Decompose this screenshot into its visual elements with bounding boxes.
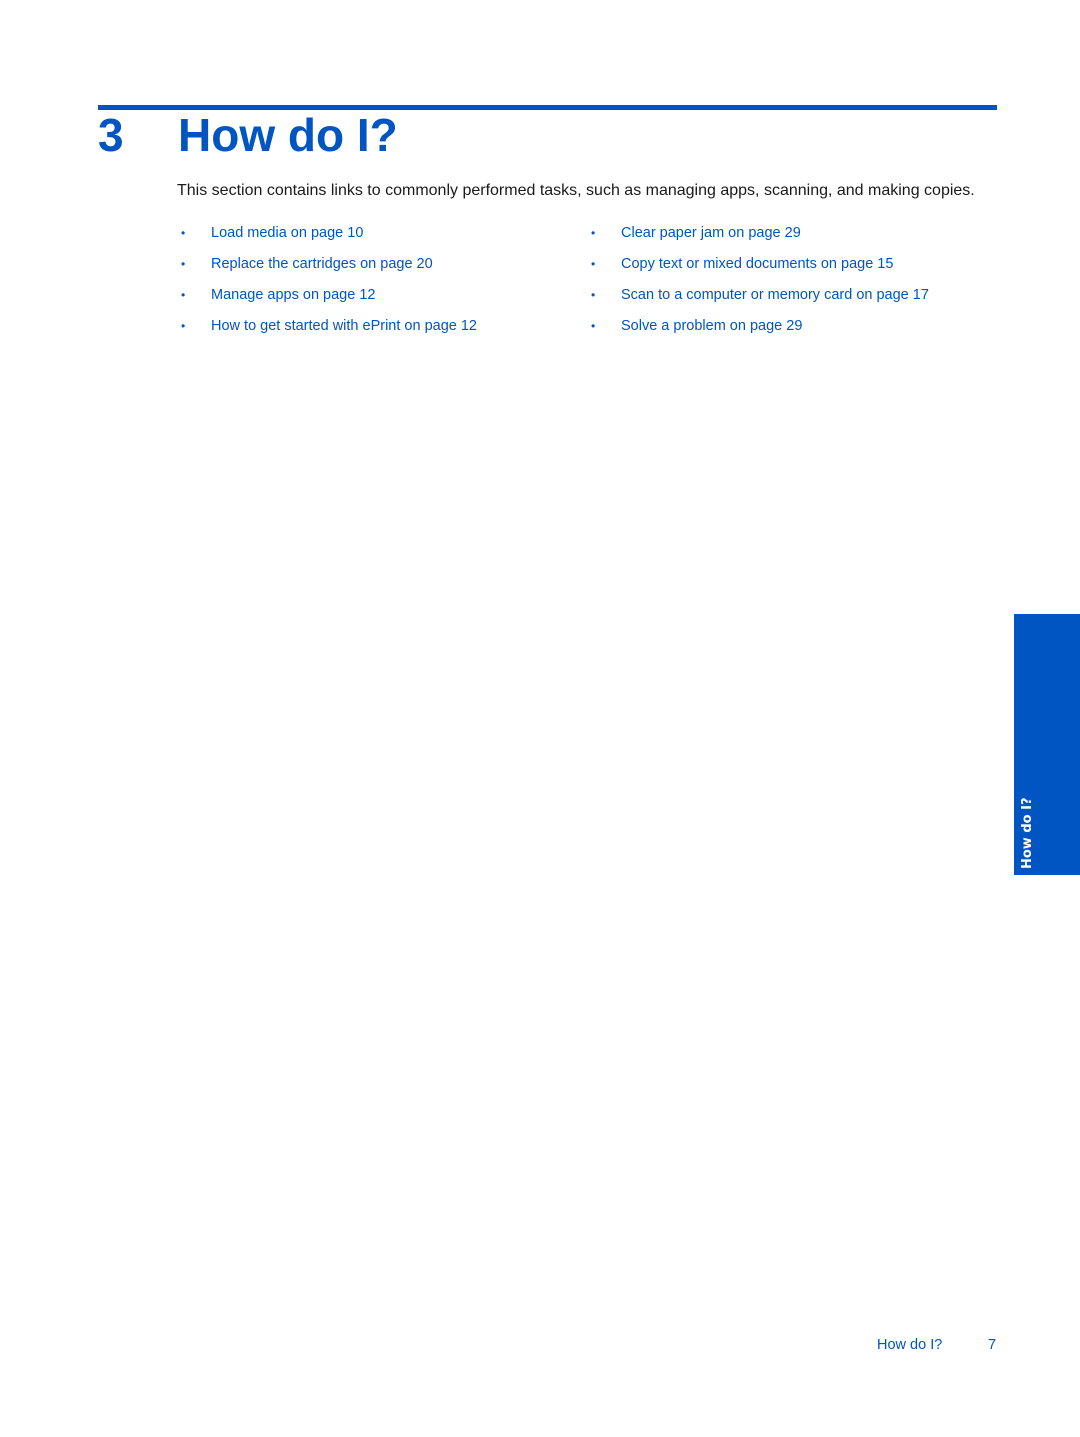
- bullet-icon: •: [181, 226, 186, 240]
- link-eprint-start[interactable]: How to get started with ePrint on page 1…: [211, 316, 477, 336]
- footer-chapter-title: How do I?: [877, 1337, 943, 1353]
- link-replace-cartridges[interactable]: Replace the cartridges on page 20: [211, 254, 433, 274]
- page-title: How do I?: [178, 109, 398, 161]
- bullet-icon: •: [181, 257, 186, 271]
- side-tab-label: How do I?: [1020, 797, 1035, 870]
- bullet-icon: •: [591, 226, 596, 240]
- link-copy-documents[interactable]: Copy text or mixed documents on page 15: [621, 254, 893, 274]
- link-load-media[interactable]: Load media on page 10: [211, 223, 363, 243]
- bullet-icon: •: [591, 319, 596, 333]
- bullet-icon: •: [181, 319, 186, 333]
- chapter-side-tab: How do I?: [1014, 614, 1080, 875]
- link-manage-apps[interactable]: Manage apps on page 12: [211, 285, 375, 305]
- chapter-number: 3: [98, 109, 124, 161]
- link-clear-paper-jam[interactable]: Clear paper jam on page 29: [621, 223, 801, 243]
- bullet-icon: •: [591, 288, 596, 302]
- intro-paragraph: This section contains links to commonly …: [177, 182, 975, 199]
- link-solve-problem[interactable]: Solve a problem on page 29: [621, 316, 802, 336]
- bullet-icon: •: [591, 257, 596, 271]
- link-scan[interactable]: Scan to a computer or memory card on pag…: [621, 285, 929, 305]
- footer-page-number: 7: [988, 1337, 997, 1353]
- bullet-icon: •: [181, 288, 186, 302]
